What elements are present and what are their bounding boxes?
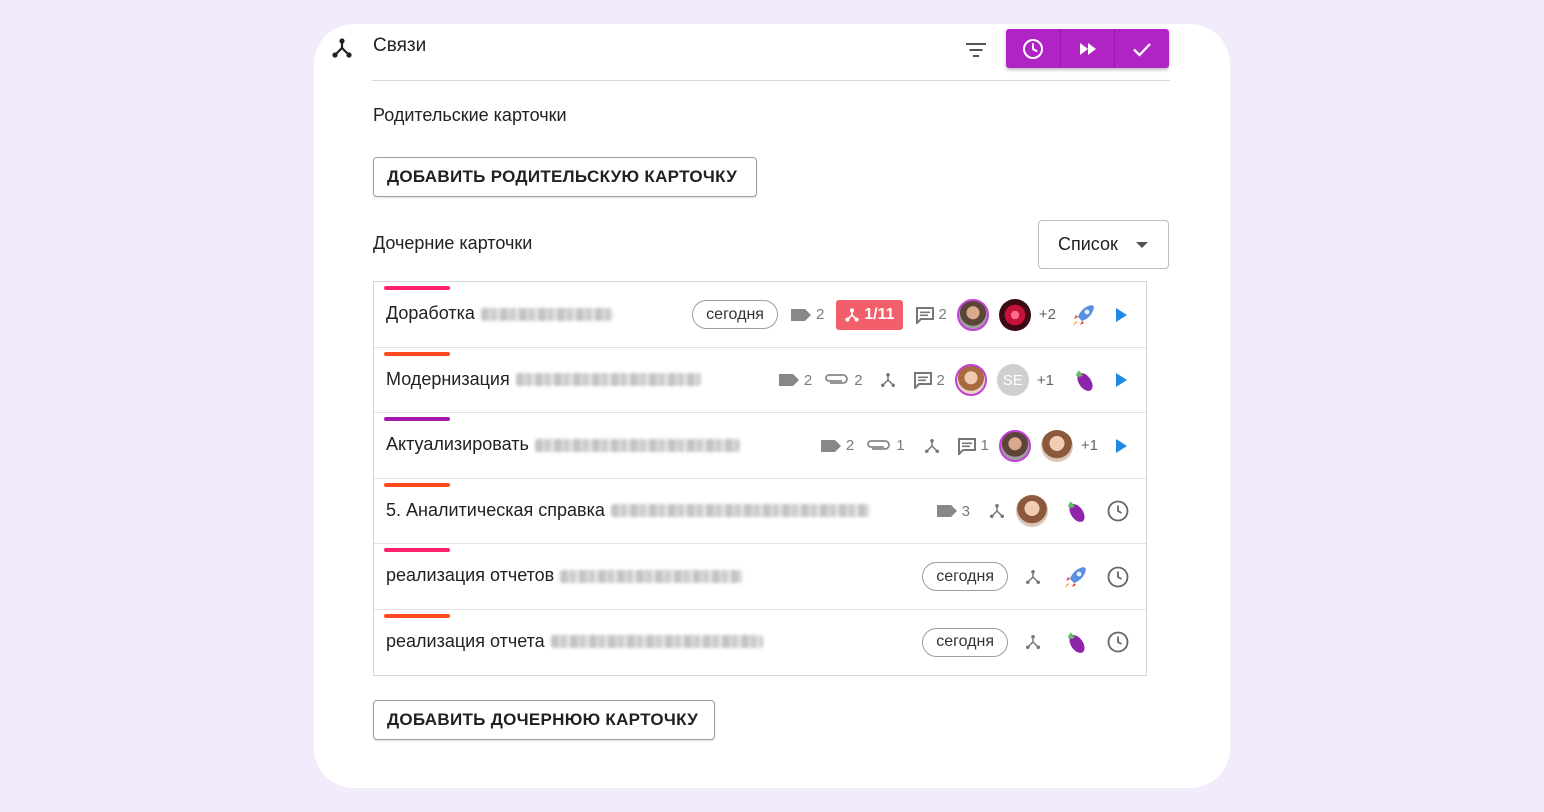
more-assignees[interactable]: +2 bbox=[1039, 306, 1056, 323]
tag-icon bbox=[790, 308, 811, 321]
clock-icon[interactable] bbox=[1106, 499, 1130, 523]
tags-count: 2 bbox=[790, 306, 824, 323]
eggplant-icon bbox=[1070, 366, 1098, 394]
card-title: реализация отчета bbox=[386, 631, 763, 652]
card-title: реализация отчетов bbox=[386, 565, 743, 586]
avatar[interactable]: SE bbox=[996, 364, 1029, 396]
more-assignees[interactable]: +1 bbox=[1081, 437, 1098, 454]
color-stripe bbox=[384, 417, 450, 421]
comment-icon bbox=[915, 306, 934, 324]
relations-badge[interactable]: 1/11 bbox=[836, 299, 903, 330]
paperclip-icon bbox=[825, 374, 849, 384]
card-title: Актуализировать bbox=[386, 434, 740, 455]
view-mode-select[interactable]: Список bbox=[1038, 220, 1169, 269]
color-stripe bbox=[384, 548, 450, 552]
relations-icon bbox=[845, 307, 859, 322]
tags-count: 2 bbox=[778, 372, 812, 389]
play-icon[interactable] bbox=[1112, 437, 1130, 455]
add-parent-card-button[interactable]: ДОБАВИТЬ РОДИТЕЛЬСКУЮ КАРТОЧКУ bbox=[373, 157, 757, 197]
list-item[interactable]: Доработка сегодня 2 1/11 2 +2 bbox=[374, 282, 1146, 348]
complete-button[interactable] bbox=[1115, 29, 1169, 68]
avatar[interactable] bbox=[954, 364, 987, 396]
list-item[interactable]: Модернизация 2 2 2 SE +1 bbox=[374, 348, 1146, 413]
parent-cards-title: Родительские карточки bbox=[373, 105, 567, 125]
list-item[interactable]: реализация отчетов сегодня bbox=[374, 544, 1146, 610]
play-icon[interactable] bbox=[1112, 306, 1130, 324]
status-action-group bbox=[1006, 29, 1169, 68]
attachments-count: 2 bbox=[824, 372, 863, 389]
list-item[interactable]: Актуализировать 2 1 1 +1 bbox=[374, 413, 1146, 479]
relations-icon[interactable] bbox=[988, 502, 1006, 520]
avatar[interactable] bbox=[998, 429, 1031, 462]
tag-icon bbox=[820, 439, 841, 452]
relations-icon bbox=[332, 38, 352, 58]
section-title: Связи bbox=[373, 35, 427, 56]
view-mode-value: Список bbox=[1058, 234, 1118, 254]
more-assignees[interactable]: +1 bbox=[1037, 372, 1054, 389]
eggplant-icon bbox=[1062, 628, 1090, 656]
eggplant-icon bbox=[1062, 497, 1090, 525]
header-divider bbox=[372, 80, 1170, 81]
filter-icon[interactable] bbox=[964, 38, 988, 62]
relations-icon[interactable] bbox=[1024, 568, 1042, 586]
color-stripe bbox=[384, 482, 450, 487]
add-child-card-button[interactable]: ДОБАВИТЬ ДОЧЕРНЮЮ КАРТОЧКУ bbox=[373, 700, 715, 740]
postpone-button[interactable] bbox=[1006, 29, 1061, 68]
avatar[interactable] bbox=[1016, 495, 1048, 527]
comment-icon bbox=[913, 372, 932, 389]
start-button[interactable] bbox=[1061, 29, 1116, 68]
rocket-icon bbox=[1070, 301, 1098, 329]
due-date-chip[interactable]: сегодня bbox=[922, 627, 1008, 657]
relations-icon[interactable] bbox=[879, 371, 897, 389]
card-title: Доработка bbox=[386, 303, 613, 324]
comments-count: 2 bbox=[915, 306, 947, 324]
play-icon[interactable] bbox=[1112, 371, 1130, 389]
color-stripe bbox=[384, 613, 450, 618]
list-item[interactable]: реализация отчета сегодня bbox=[374, 610, 1146, 676]
list-item[interactable]: 5. Аналитическая справка 3 bbox=[374, 479, 1146, 544]
clock-icon bbox=[1022, 38, 1043, 59]
tags-count: 2 bbox=[820, 437, 854, 454]
clock-icon[interactable] bbox=[1106, 630, 1130, 654]
chevron-down-icon bbox=[1136, 241, 1148, 248]
child-cards-title: Дочерние карточки bbox=[373, 233, 533, 253]
tag-icon bbox=[936, 505, 957, 517]
card-title: Модернизация bbox=[386, 369, 701, 390]
paperclip-icon bbox=[867, 439, 891, 450]
color-stripe bbox=[384, 286, 450, 290]
check-icon bbox=[1133, 42, 1152, 57]
due-date-chip[interactable]: сегодня bbox=[922, 562, 1008, 591]
relations-icon[interactable] bbox=[923, 437, 941, 455]
tag-icon bbox=[778, 374, 799, 386]
avatar[interactable] bbox=[998, 298, 1031, 331]
card-title: 5. Аналитическая справка bbox=[386, 500, 869, 521]
attachments-count: 1 bbox=[866, 437, 905, 454]
comments-count: 1 bbox=[957, 437, 989, 455]
comments-count: 2 bbox=[913, 371, 945, 389]
rocket-icon bbox=[1062, 563, 1090, 591]
due-date-chip[interactable]: сегодня bbox=[692, 300, 778, 329]
fast-forward-icon bbox=[1079, 42, 1096, 55]
color-stripe bbox=[384, 351, 450, 356]
relations-icon[interactable] bbox=[1024, 633, 1042, 651]
child-cards-list: Доработка сегодня 2 1/11 2 +2 Модернизац… bbox=[373, 281, 1147, 676]
clock-icon[interactable] bbox=[1106, 565, 1130, 589]
comment-icon bbox=[957, 437, 976, 455]
avatar[interactable] bbox=[1040, 429, 1073, 462]
tags-count: 3 bbox=[936, 503, 970, 520]
avatar[interactable] bbox=[956, 298, 989, 331]
